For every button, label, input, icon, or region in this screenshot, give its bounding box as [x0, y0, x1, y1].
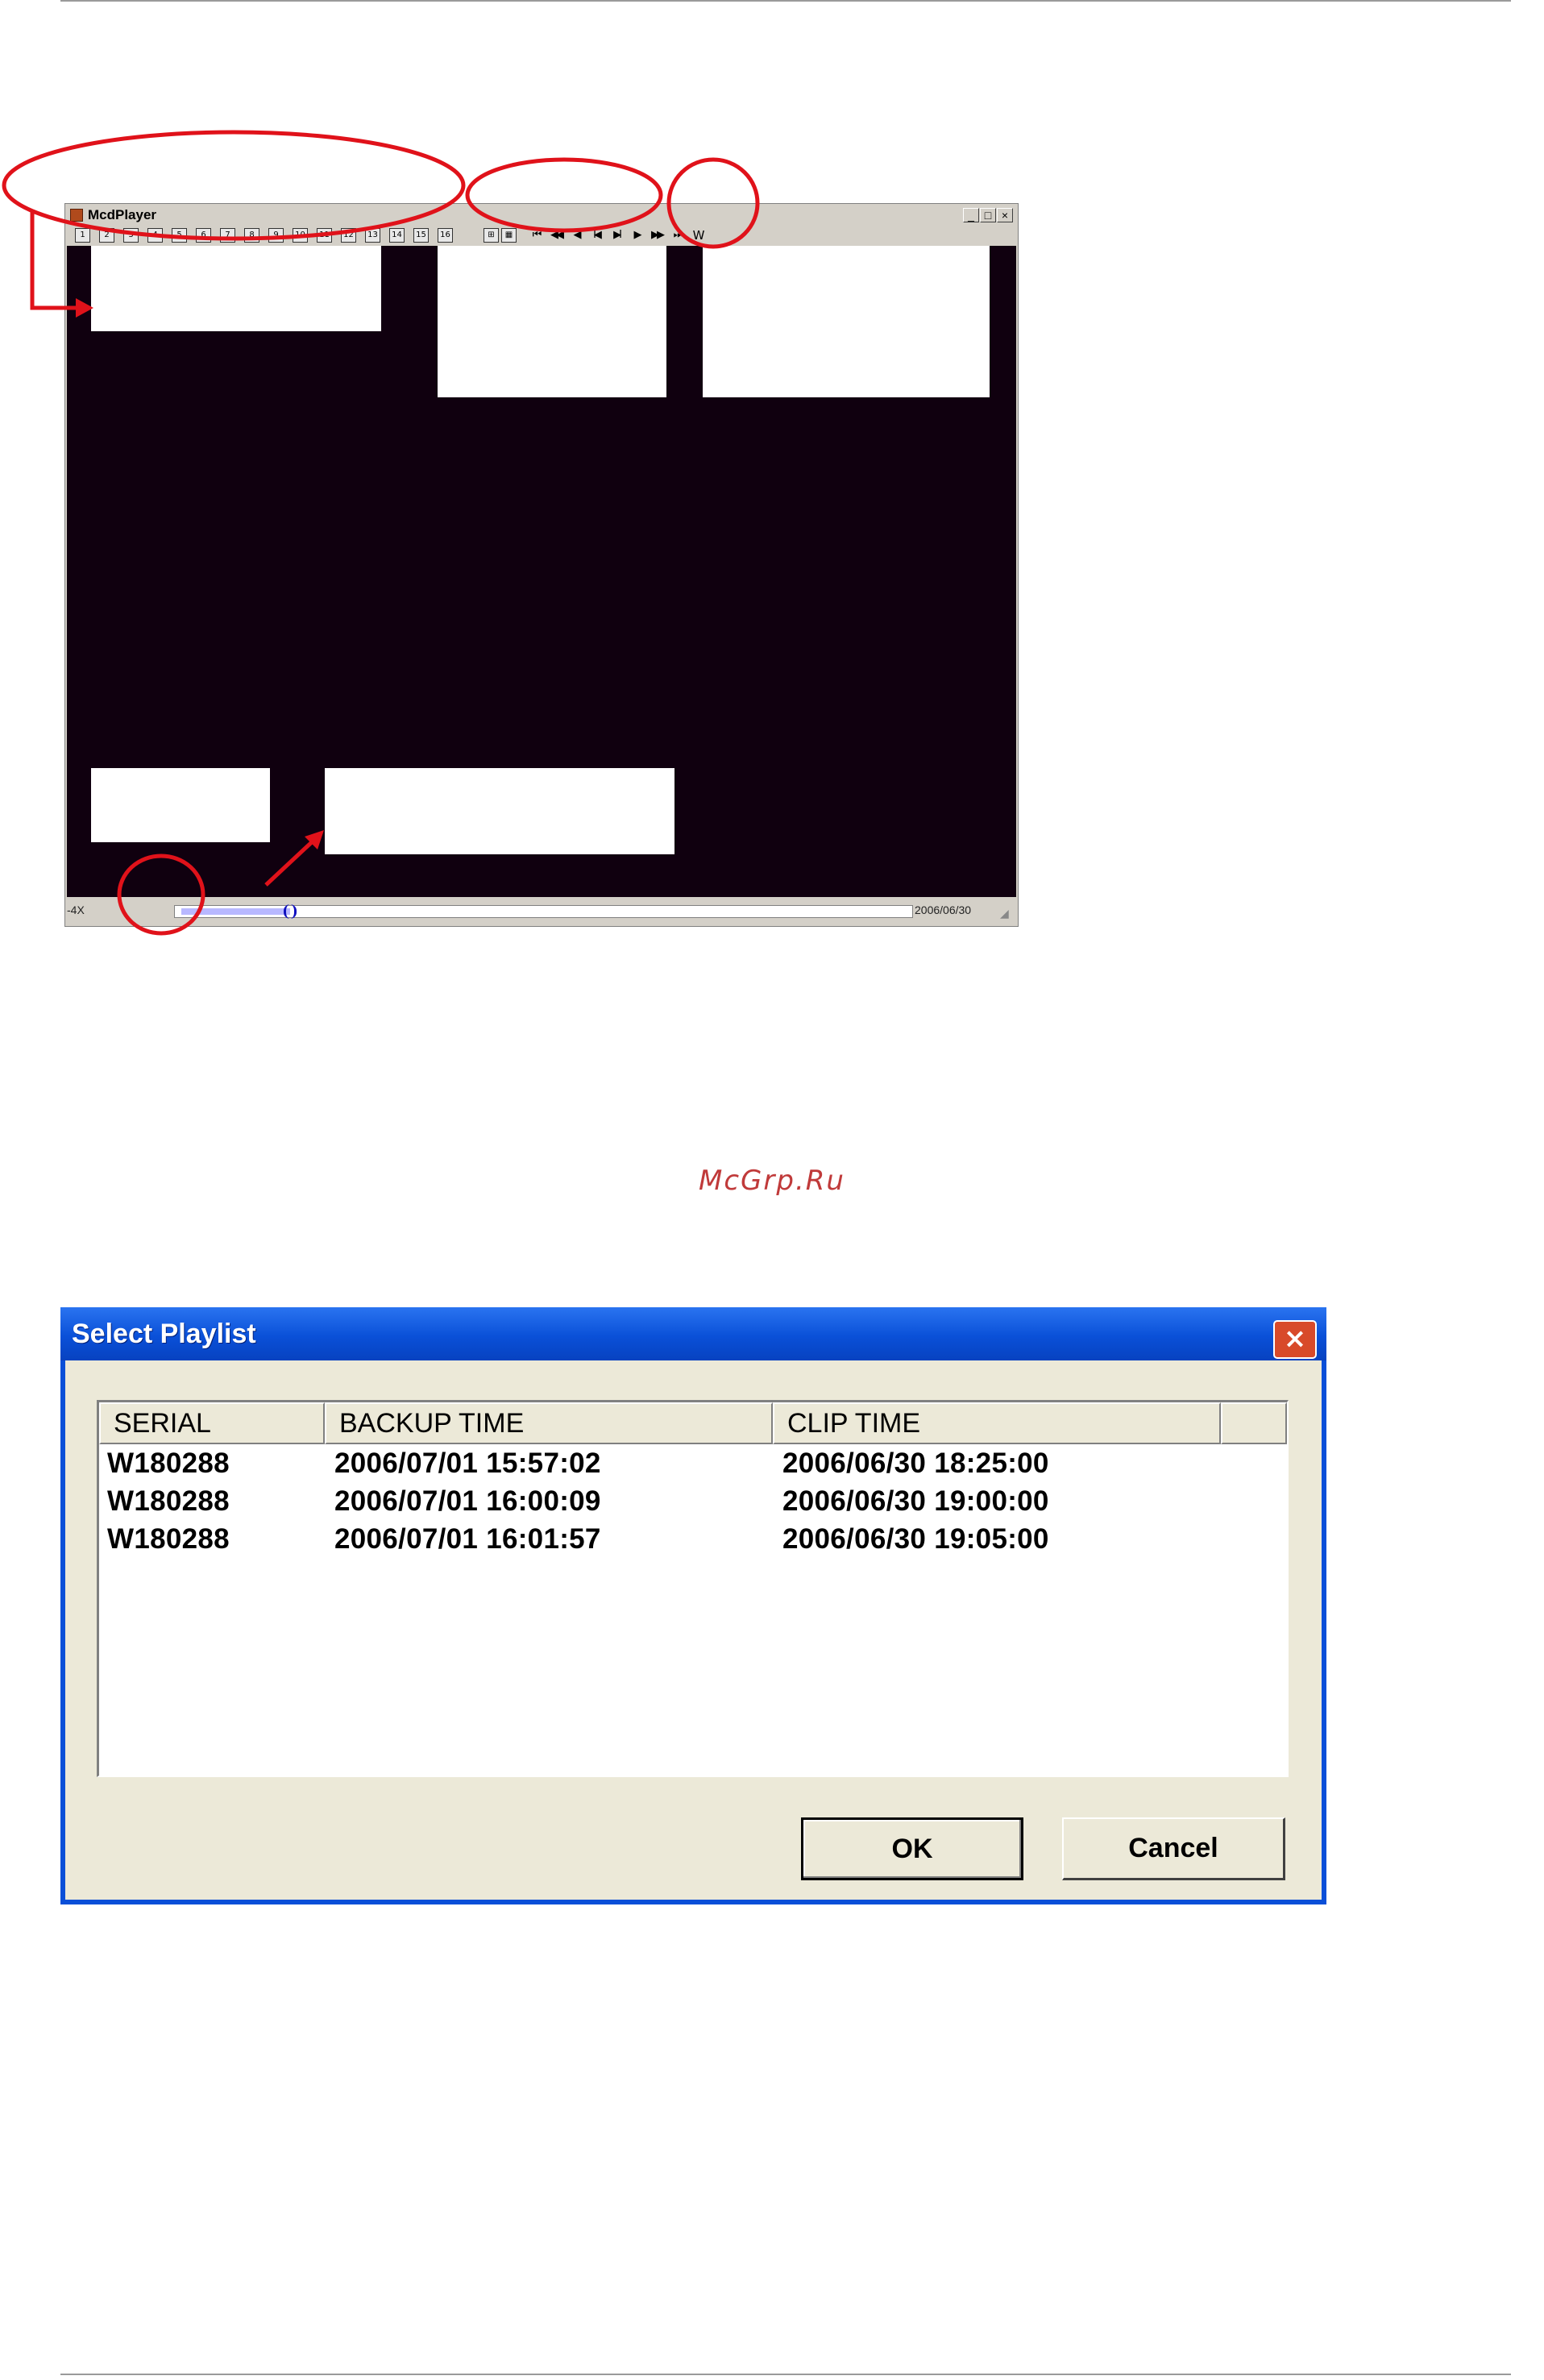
channel-button-12[interactable]: 12	[341, 228, 356, 243]
ok-button[interactable]: OK	[801, 1817, 1023, 1880]
select-playlist-dialog: Select Playlist × SERIAL BACKUP TIME CLI…	[60, 1307, 1326, 1904]
callout-box	[325, 768, 674, 854]
maximize-button[interactable]: □	[980, 208, 996, 222]
playback-button-5[interactable]: ▶	[629, 227, 645, 243]
cancel-button[interactable]: Cancel	[1062, 1817, 1285, 1880]
timeline-fill	[181, 908, 290, 915]
channel-button-14[interactable]: 14	[389, 228, 405, 243]
channel-button-7[interactable]: 7	[220, 228, 235, 243]
column-header-serial[interactable]: SERIAL	[99, 1402, 325, 1444]
playback-button-6[interactable]: ▶▶	[649, 227, 665, 243]
timeline-slider[interactable]	[174, 904, 913, 919]
callout-box	[91, 246, 381, 331]
callout-box	[438, 246, 666, 397]
dialog-body: SERIAL BACKUP TIME CLIP TIME W180288 200…	[65, 1360, 1322, 1900]
table-row[interactable]: W180288 2006/07/01 16:00:09 2006/06/30 1…	[99, 1482, 1287, 1520]
video-area[interactable]	[67, 246, 1016, 897]
cell-clip-time: 2006/06/30 19:00:00	[782, 1485, 1049, 1517]
speed-readout: -4X	[67, 903, 85, 916]
minimize-button[interactable]: _	[963, 208, 979, 222]
playlist-table[interactable]: SERIAL BACKUP TIME CLIP TIME W180288 200…	[97, 1400, 1289, 1777]
column-header-empty	[1221, 1402, 1287, 1444]
player-title-bar: McdPlayer _ □ ×	[67, 206, 1016, 225]
callout-box	[91, 768, 270, 842]
player-status-bar: -4X 2006/06/30 ◢	[67, 899, 1016, 923]
bottom-rule	[60, 2374, 1511, 2375]
channel-button-10[interactable]: 10	[293, 228, 308, 243]
channel-button-13[interactable]: 13	[365, 228, 380, 243]
watermark: McGrp.Ru	[699, 1165, 845, 1197]
playback-button-1[interactable]: ◀◀	[548, 227, 564, 243]
callout-box	[703, 246, 990, 397]
app-icon	[70, 209, 83, 222]
playback-button-0[interactable]: ⏮	[528, 227, 544, 243]
column-header-backup-time[interactable]: BACKUP TIME	[325, 1402, 773, 1444]
quad-split-icon[interactable]: ⊞	[484, 228, 499, 243]
cell-serial: W180288	[107, 1485, 230, 1517]
close-button[interactable]: ×	[997, 208, 1013, 222]
player-title: McdPlayer	[88, 207, 157, 222]
mcdplayer-window: McdPlayer _ □ × 1 2 3 4 5 6 7 8 9 10 11 12 13 14 15 16 …	[64, 203, 1019, 927]
cell-backup-time: 2006/07/01 16:00:09	[334, 1485, 601, 1517]
channel-button-15[interactable]: 15	[413, 228, 429, 243]
cell-serial: W180288	[107, 1523, 230, 1555]
cell-clip-time: 2006/06/30 19:05:00	[782, 1523, 1049, 1555]
timeline-thumb[interactable]	[284, 904, 297, 919]
table-row[interactable]: W180288 2006/07/01 15:57:02 2006/06/30 1…	[99, 1444, 1287, 1482]
channel-button-4[interactable]: 4	[147, 228, 163, 243]
channel-button-11[interactable]: 11	[317, 228, 332, 243]
channel-button-3[interactable]: 3	[123, 228, 139, 243]
channel-button-2[interactable]: 2	[99, 228, 114, 243]
channel-button-16[interactable]: 16	[438, 228, 453, 243]
channel-button-6[interactable]: 6	[196, 228, 211, 243]
channel-button-5[interactable]: 5	[172, 228, 187, 243]
channel-button-1[interactable]: 1	[75, 228, 90, 243]
resize-grip-icon: ◢	[1000, 907, 1009, 920]
table-row[interactable]: W180288 2006/07/01 16:01:57 2006/06/30 1…	[99, 1520, 1287, 1558]
playback-button-2[interactable]: ◀	[568, 227, 584, 243]
date-readout: 2006/06/30	[915, 903, 972, 916]
channel-button-8[interactable]: 8	[244, 228, 259, 243]
dialog-title: Select Playlist	[72, 1319, 256, 1349]
cell-backup-time: 2006/07/01 15:57:02	[334, 1448, 601, 1479]
grid-split-icon[interactable]: ▦	[501, 228, 517, 243]
cell-clip-time: 2006/06/30 18:25:00	[782, 1448, 1049, 1479]
playback-button-3[interactable]: I◀	[588, 227, 604, 243]
top-rule	[60, 0, 1511, 2]
player-toolbar: 1 2 3 4 5 6 7 8 9 10 11 12 13 14 15 16 ⊞ ▦ ⏮ ◀◀ ◀ I◀ ▶I ▶ ▶▶ ⏭…	[67, 226, 1016, 244]
playback-button-4[interactable]: ▶I	[608, 227, 625, 243]
dialog-title-bar: Select Playlist ×	[60, 1307, 1326, 1360]
w-button[interactable]: W	[691, 227, 707, 243]
cell-backup-time: 2006/07/01 16:01:57	[334, 1523, 601, 1555]
close-icon[interactable]: ×	[1273, 1320, 1317, 1359]
playback-button-7[interactable]: ⏭	[669, 227, 685, 243]
channel-button-9[interactable]: 9	[268, 228, 284, 243]
column-header-clip-time[interactable]: CLIP TIME	[773, 1402, 1221, 1444]
cell-serial: W180288	[107, 1448, 230, 1479]
